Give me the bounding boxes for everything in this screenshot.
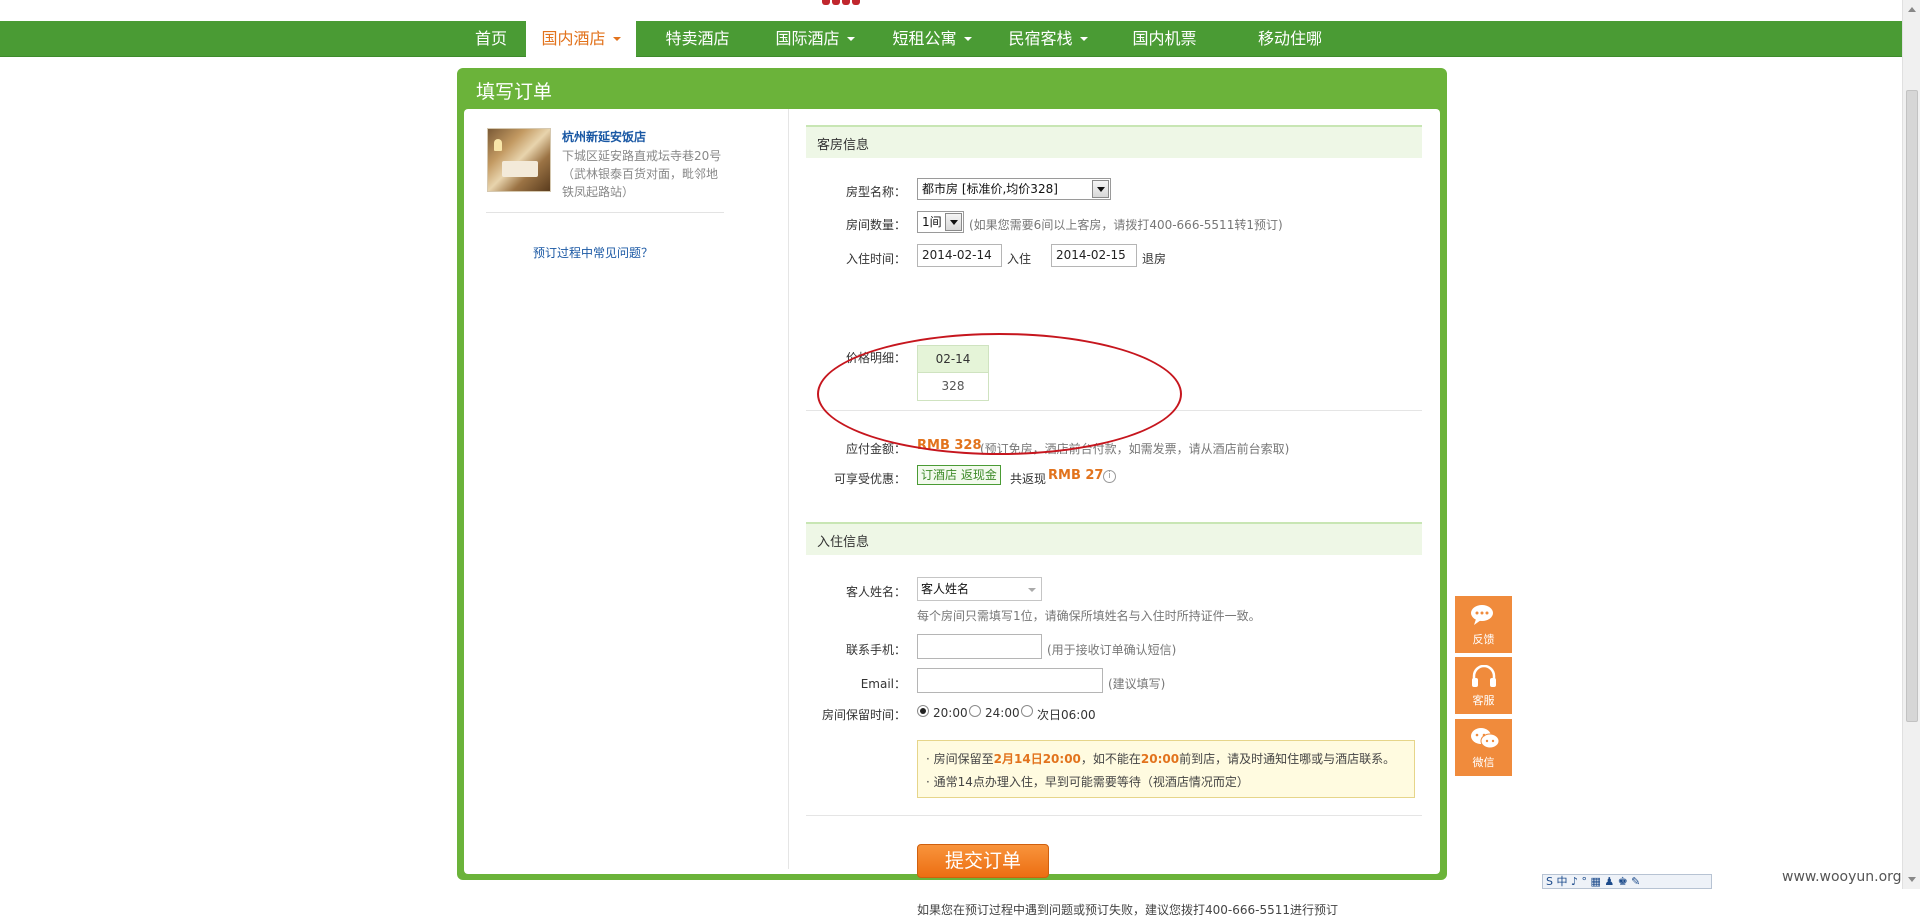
hold-time-option: 20:00	[933, 706, 968, 720]
chevron-down-icon	[1028, 588, 1036, 592]
hold-time-radio-2400[interactable]	[969, 705, 981, 717]
customer-service-button[interactable]: 客服	[1455, 657, 1512, 714]
guest-name-label: 客人姓名：	[845, 585, 906, 599]
room-info-header: 客房信息	[806, 125, 1422, 158]
nav-international-hotels[interactable]: 国际酒店	[765, 21, 865, 57]
price-detail-date: 02-14	[918, 346, 988, 373]
chevron-down-icon	[1079, 36, 1088, 41]
cashback-value: RMB 27	[1048, 468, 1104, 483]
checkout-date-input[interactable]: 2014-02-15	[1051, 244, 1137, 267]
cashback-promo-tag[interactable]: 订酒店 返现金	[917, 465, 1001, 485]
phone-input[interactable]	[917, 634, 1042, 659]
hotel-address: 下城区延安路直戒坛寺巷20号（武林银泰百货对面，毗邻地铁凤起路站）	[562, 149, 722, 199]
price-detail-value: 328	[941, 379, 965, 393]
checkin-label: 入住时间：	[845, 252, 906, 266]
divider	[486, 212, 724, 213]
feedback-button[interactable]: 反馈	[1455, 596, 1512, 653]
price-detail-table: 02-14 328	[917, 345, 989, 401]
headset-icon	[1472, 665, 1496, 687]
checkout-suffix: 退房	[1142, 252, 1167, 266]
amount-hint: (预订免房，酒店前台付款，如需发票，请从酒店前台索取)	[980, 442, 1290, 456]
checkin-date-input[interactable]: 2014-02-14	[917, 244, 1002, 267]
site-logo[interactable]	[822, 0, 860, 6]
guest-name-input[interactable]: 客人姓名	[917, 577, 1042, 601]
email-input[interactable]	[917, 668, 1103, 693]
chevron-down-icon	[612, 36, 621, 41]
guest-name-hint: 每个房间只需填写1位，请确保所填姓名与入住时所持证件一致。	[917, 609, 1261, 623]
help-note: 如果您在预订过程中遇到问题或预订失败，建议您拨打400-666-5511进行预订	[917, 903, 1339, 917]
room-type-select[interactable]: 都市房 [标准价,均价328]	[917, 178, 1111, 200]
main-nav: 首页 国内酒店 特卖酒店 国际酒店 短租公寓 民宿客栈 国内机票 移动住哪	[0, 21, 1902, 57]
email-label: Email：	[860, 677, 906, 691]
ime-toolbar[interactable]: S 中 ♪ ° ▦ ♟ ♚ ✎	[1542, 874, 1712, 889]
chevron-down-icon	[963, 36, 972, 41]
arrow-up-icon[interactable]	[1908, 7, 1916, 12]
hold-time-radio-0600[interactable]	[1021, 705, 1033, 717]
phone-label: 联系手机：	[845, 643, 906, 657]
amount-value: RMB 328	[917, 438, 982, 453]
info-icon[interactable]: i	[1103, 470, 1116, 483]
nav-domestic-hotels[interactable]: 国内酒店	[526, 21, 636, 57]
submit-order-button[interactable]: 提交订单	[917, 844, 1049, 878]
hold-time-label: 房间保留时间：	[821, 708, 906, 722]
guest-info-header: 入住信息	[806, 522, 1422, 555]
nav-mobile[interactable]: 移动住哪	[1245, 21, 1335, 57]
hold-time-option: 24:00	[985, 706, 1020, 720]
wechat-button[interactable]: 微信	[1455, 719, 1512, 776]
watermark: www.wooyun.org	[1782, 869, 1902, 885]
hotel-photo[interactable]	[487, 128, 551, 192]
room-type-label: 房型名称：	[845, 185, 906, 199]
room-count-hint: (如果您需要6间以上客房，请拨打400-666-5511转1预订)	[969, 218, 1283, 232]
order-card: 填写订单 杭州新延安饭店 下城区延安路直戒坛寺巷20号（武林银泰百货对面，毗邻地…	[457, 68, 1447, 917]
nav-flights[interactable]: 国内机票	[1122, 21, 1207, 57]
amount-label: 应付金额：	[845, 442, 906, 456]
arrow-down-icon[interactable]	[1908, 877, 1916, 882]
chevron-down-icon	[1092, 180, 1109, 198]
scrollbar-thumb[interactable]	[1906, 90, 1918, 722]
order-card-body: 杭州新延安饭店 下城区延安路直戒坛寺巷20号（武林银泰百货对面，毗邻地铁凤起路站…	[464, 109, 1440, 917]
hotel-summary: 杭州新延安饭店 下城区延安路直戒坛寺巷20号（武林银泰百货对面，毗邻地铁凤起路站…	[464, 109, 789, 869]
page-scrollbar[interactable]	[1902, 0, 1920, 889]
faq-link[interactable]: 预订过程中常见问题？	[533, 244, 653, 261]
cashback-prefix: 共返现	[1010, 472, 1047, 486]
nav-guesthouses[interactable]: 民宿客栈	[998, 21, 1098, 57]
hold-time-radio-2000[interactable]	[917, 705, 929, 717]
page-title: 填写订单	[476, 81, 553, 103]
hold-notice: · 房间保留至2月14日20:00，如不能在20:00前到店，请及时通知住哪或与…	[917, 740, 1415, 798]
hold-time-option: 次日06:00	[1037, 708, 1096, 722]
room-count-label: 房间数量：	[845, 218, 906, 232]
hotel-name-link[interactable]: 杭州新延安饭店	[562, 128, 646, 145]
room-count-select[interactable]: 1间	[917, 211, 964, 233]
notice-line: · 房间保留至2月14日20:00，如不能在20:00前到店，请及时通知住哪或与…	[926, 752, 1396, 766]
nav-apartments[interactable]: 短租公寓	[882, 21, 982, 57]
order-form: 客房信息 房型名称： 都市房 [标准价,均价328] 房间数量： 1间 (如果您…	[806, 109, 1422, 917]
divider	[806, 410, 1422, 411]
nav-home[interactable]: 首页	[462, 21, 520, 57]
discount-label: 可享受优惠：	[833, 472, 906, 486]
chevron-down-icon	[846, 36, 855, 41]
nav-special-hotels[interactable]: 特卖酒店	[655, 21, 740, 57]
checkin-suffix: 入住	[1007, 252, 1032, 266]
chevron-down-icon	[945, 213, 962, 231]
chat-bubble-icon	[1471, 605, 1493, 625]
price-detail-label: 价格明细：	[845, 351, 906, 365]
wechat-icon	[1471, 728, 1500, 749]
phone-hint: (用于接收订单确认短信)	[1047, 643, 1177, 657]
notice-line: · 通常14点办理入住，早到可能需要等待（视酒店情况而定）	[926, 775, 1249, 789]
email-hint: (建议填写)	[1108, 677, 1166, 691]
divider	[806, 815, 1422, 816]
